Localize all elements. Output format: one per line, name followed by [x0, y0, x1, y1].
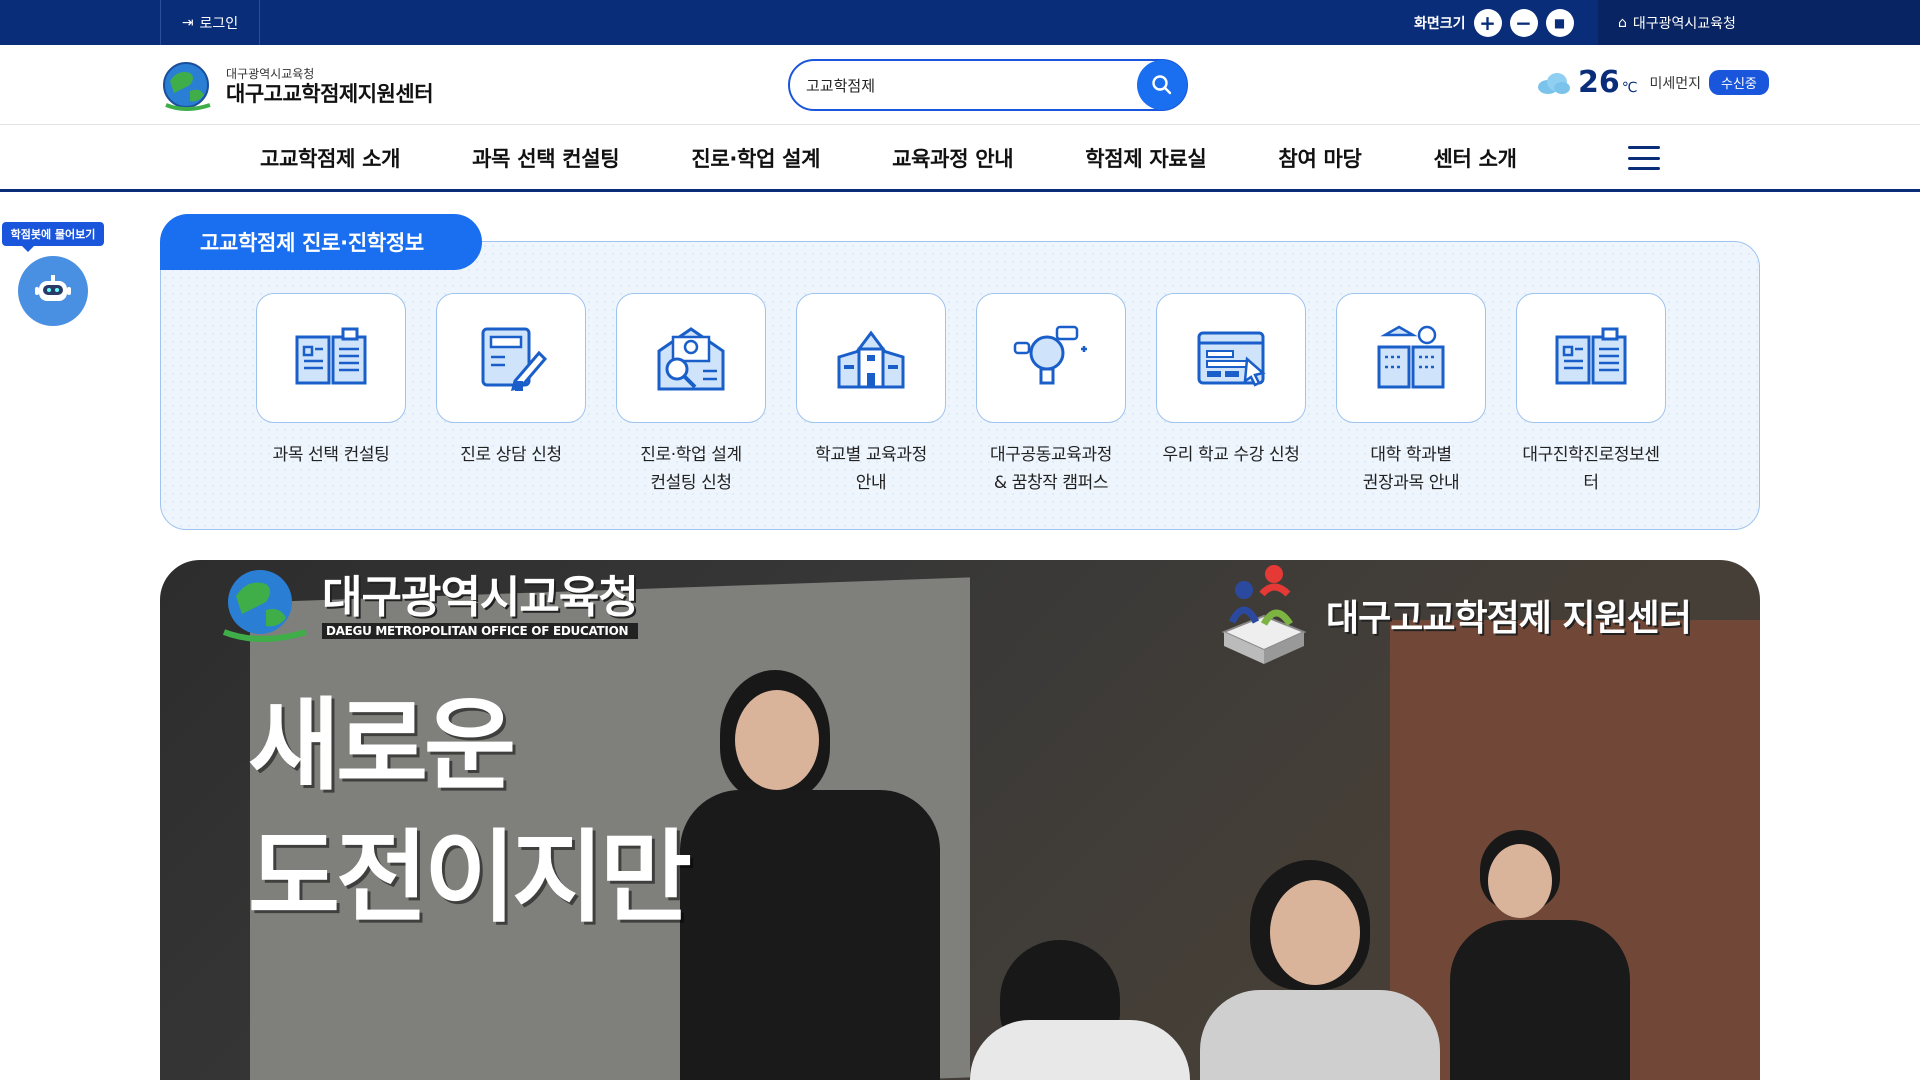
nav-item-participation[interactable]: 참여 마당 — [1278, 143, 1361, 173]
quicklink-icon-box — [1516, 293, 1666, 423]
quicklink-label: 진로·학업 설계 컨설팅 신청 — [640, 445, 742, 493]
quicklink-joint-curriculum[interactable]: 대구공동교육과정 & 꿈창작 캠퍼스 — [976, 293, 1126, 497]
site-logo[interactable]: 대구광역시교육청 대구고교학점제지원센터 — [160, 59, 434, 115]
robot-icon[interactable] — [18, 256, 88, 326]
quicklink-label: 대구공동교육과정 & 꿈창작 캠퍼스 — [990, 445, 1112, 493]
search-icon — [1152, 75, 1172, 95]
globe-logo-icon — [163, 62, 211, 111]
book-pen-icon — [481, 327, 548, 392]
nav-menu: 고교학점제 소개 과목 선택 컨설팅 진로·학업 설계 교육과정 안내 학점제 … — [260, 126, 1517, 189]
quicklink-label: 대학 학과별 권장과목 안내 — [1362, 445, 1460, 493]
chatbot-label: 학점봇에 물어보기 — [2, 222, 104, 252]
quicklink-icon-box — [796, 293, 946, 423]
banner-person-body — [680, 790, 940, 1080]
dust-status-badge: 수신중 — [1709, 70, 1769, 95]
banner-headline: 새로운 도전이지만 — [248, 680, 692, 944]
quicklink-course-registration[interactable]: 우리 학교 수강 신청 — [1156, 293, 1306, 497]
banner-person-body — [1200, 990, 1440, 1080]
school-building-icon — [837, 330, 905, 389]
zoom-out-button[interactable]: − — [1509, 8, 1538, 37]
quicklink-icon-box — [436, 293, 586, 423]
nav-item-intro[interactable]: 고교학점제 소개 — [260, 143, 400, 173]
font-size-label: 화면크기 — [1414, 15, 1466, 32]
hamburger-menu-icon[interactable] — [1628, 146, 1660, 170]
nav-item-center[interactable]: 센터 소개 — [1434, 143, 1517, 173]
banner-office-english: DAEGU METROPOLITAN OFFICE OF EDUCATION — [322, 623, 638, 639]
open-book-list-icon — [1555, 327, 1627, 385]
hero-banner[interactable]: 대구광역시교육청 DAEGU METROPOLITAN OFFICE OF ED… — [160, 560, 1760, 1080]
info-panel-items: 과목 선택 컨설팅 진로 상담 신청 진로·학업 설계 컨설팅 신청 학교별 교… — [256, 293, 1666, 497]
quicklink-icon-box — [616, 293, 766, 423]
weather-temperature: 26 — [1578, 65, 1620, 100]
globe-logo-icon — [222, 570, 307, 642]
browser-click-icon — [1197, 331, 1266, 387]
temperature-unit: ℃ — [1621, 79, 1638, 96]
chatbot-widget[interactable]: 학점봇에 물어보기 — [2, 222, 104, 326]
banner-person-body — [1450, 920, 1630, 1080]
quicklink-career-design-consulting[interactable]: 진로·학업 설계 컨설팅 신청 — [616, 293, 766, 497]
banner-person-body — [970, 1020, 1190, 1080]
university-book-icon — [1377, 325, 1445, 389]
quicklink-icon-box — [256, 293, 406, 423]
search-input[interactable] — [806, 76, 1137, 94]
zoom-reset-button[interactable]: ■ — [1545, 8, 1574, 37]
banner-center-name: 대구고교학점제 지원센터 — [1326, 598, 1692, 639]
top-utility-bar: ⇥ 로그인 화면크기 + − ■ ⌂ 대구광역시교육청 — [0, 0, 1920, 45]
quicklink-university-subjects[interactable]: 대학 학과별 권장과목 안내 — [1336, 293, 1486, 497]
nav-item-career-design[interactable]: 진로·학업 설계 — [691, 143, 820, 173]
quicklink-daegu-career-center[interactable]: 대구진학진로정보센터 — [1516, 293, 1666, 497]
login-icon: ⇥ — [181, 14, 194, 31]
nav-item-subject-consulting[interactable]: 과목 선택 컨설팅 — [472, 143, 619, 173]
weather-widget: 26 ℃ 미세먼지 수신중 — [1536, 65, 1769, 100]
quicklink-school-curriculum[interactable]: 학교별 교육과정 안내 — [796, 293, 946, 497]
mail-search-icon — [657, 327, 725, 391]
quicklink-icon-box — [1336, 293, 1486, 423]
banner-headline-line2: 도전이지만 — [248, 819, 692, 936]
site-header: 대구광역시교육청 대구고교학점제지원센터 26 ℃ 미세먼지 수신중 — [0, 45, 1920, 125]
quicklink-label: 진로 상담 신청 — [460, 445, 562, 465]
dust-label: 미세먼지 — [1649, 75, 1702, 92]
lightbulb-chat-icon — [1013, 325, 1087, 385]
quicklink-subject-consulting[interactable]: 과목 선택 컨설팅 — [256, 293, 406, 497]
open-book-icon — [295, 327, 367, 385]
main-navigation: 고교학점제 소개 과목 선택 컨설팅 진로·학업 설계 교육과정 안내 학점제 … — [0, 126, 1920, 192]
search-button[interactable] — [1137, 60, 1187, 110]
login-link[interactable]: ⇥ 로그인 — [160, 0, 260, 45]
home-icon: ⌂ — [1618, 14, 1627, 31]
cloud-icon — [1538, 72, 1570, 94]
quicklink-icon-box — [1156, 293, 1306, 423]
banner-office-logo: 대구광역시교육청 DAEGU METROPOLITAN OFFICE OF ED… — [220, 566, 639, 646]
quicklink-label: 학교별 교육과정 안내 — [815, 445, 927, 493]
quicklink-label: 과목 선택 컨설팅 — [272, 445, 390, 465]
zoom-in-button[interactable]: + — [1473, 8, 1502, 37]
search-box — [788, 59, 1188, 111]
font-size-controls: 화면크기 + − ■ — [1414, 0, 1574, 45]
quicklink-label: 우리 학교 수강 신청 — [1162, 445, 1300, 465]
quicklink-label: 대구진학진로정보센터 — [1522, 445, 1660, 493]
banner-person-head — [1488, 844, 1552, 918]
info-panel-title: 고교학점제 진로·진학정보 — [160, 214, 482, 270]
quicklink-career-counseling[interactable]: 진로 상담 신청 — [436, 293, 586, 497]
nav-item-resources[interactable]: 학점제 자료실 — [1085, 143, 1206, 173]
banner-center-logo: 대구고교학점제 지원센터 — [1214, 560, 1692, 670]
banner-headline-line1: 새로운 — [248, 687, 516, 804]
banner-person-head — [735, 690, 819, 790]
org-name: 대구광역시교육청 — [226, 67, 315, 81]
banner-person-head — [1270, 880, 1360, 985]
office-link[interactable]: ⌂ 대구광역시교육청 — [1598, 0, 1920, 45]
office-link-label: 대구광역시교육청 — [1632, 15, 1736, 32]
center-logo-icon — [1221, 565, 1307, 664]
login-label: 로그인 — [199, 15, 239, 32]
banner-office-name: 대구광역시교육청 — [322, 572, 639, 623]
quicklink-icon-box — [976, 293, 1126, 423]
nav-item-curriculum[interactable]: 교육과정 안내 — [892, 143, 1013, 173]
site-name: 대구고교학점제지원센터 — [226, 82, 434, 106]
